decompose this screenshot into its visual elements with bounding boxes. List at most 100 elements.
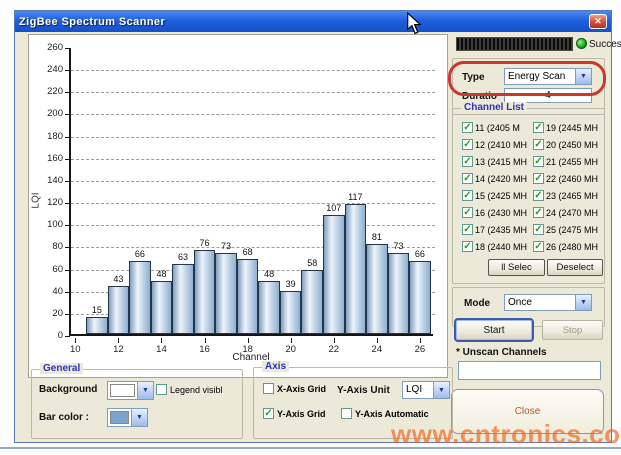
chart-bar [388,253,410,334]
channel-item[interactable]: ✓15 (2425 MH [462,187,533,204]
channel-label: 12 (2410 MH [475,140,527,150]
bar-color-swatch [110,411,129,424]
bar-value-label: 48 [264,269,274,279]
checkbox-icon: ✓ [462,173,473,184]
general-group: General [31,369,243,439]
bar-value-label: 63 [178,252,188,262]
gridline [71,203,435,204]
chevron-down-icon[interactable]: ▼ [575,69,591,84]
bar-value-label: 66 [415,249,425,259]
channel-item[interactable]: ✓12 (2410 MH [462,136,533,153]
checkbox-icon: ✓ [263,408,274,419]
channel-label: 18 (2440 MH [475,242,527,252]
chevron-down-icon[interactable]: ▼ [131,409,147,426]
status-led-icon [576,38,587,49]
channel-item[interactable]: ✓17 (2435 MH [462,221,533,238]
x-tick-mark [334,338,335,343]
checkbox-icon: ✓ [462,190,473,201]
select-all-button[interactable]: ll Selec [488,259,545,276]
chart-bar [86,317,108,334]
y-axis-automatic-label: Y-Axis Automatic [355,409,429,419]
bar-value-label: 73 [393,241,403,251]
channel-label: 24 (2470 MH [546,208,598,218]
y-axis-automatic-checkbox[interactable]: Y-Axis Automatic [341,408,429,419]
channel-item[interactable]: ✓20 (2450 MH [533,136,600,153]
gridline [71,225,435,226]
channel-item[interactable]: ✓24 (2470 MH [533,204,600,221]
channel-item[interactable]: ✓21 (2455 MH [533,153,600,170]
gridline [71,181,435,182]
chart-bar [301,270,323,334]
checkbox-icon [263,383,274,394]
y-tick-label: 60 [33,264,63,275]
channel-label: 13 (2415 MH [475,157,527,167]
x-tick-mark [205,338,206,343]
y-tick-mark [65,114,70,115]
chart-bar [172,264,194,334]
y-tick-label: 40 [33,286,63,297]
chart-bar [323,215,345,334]
bar-value-label: 73 [221,241,231,251]
channel-item[interactable]: ✓14 (2420 MH [462,170,533,187]
checkbox-icon: ✓ [533,241,544,252]
y-tick-mark [65,181,70,182]
channel-item[interactable]: ✓19 (2445 MH [533,119,600,136]
gridline [71,92,435,93]
x-tick-mark [161,338,162,343]
bar-value-label: 43 [113,274,123,284]
channel-item[interactable]: ✓13 (2415 MH [462,153,533,170]
channel-list-title: Channel List [461,102,527,113]
channel-item[interactable]: ✓25 (2475 MH [533,221,600,238]
type-label: Type [462,72,485,83]
y-axis-unit-value: LQI [403,382,433,398]
duration-input[interactable]: 4 [504,88,592,103]
y-axis-grid-checkbox[interactable]: ✓ Y-Axis Grid [263,408,326,419]
stop-button: Stop [542,320,603,340]
channel-label: 17 (2435 MH [475,225,527,235]
unscan-channels-field[interactable] [458,361,601,380]
y-tick-label: 220 [33,86,63,97]
channel-label: 23 (2465 MH [546,191,598,201]
chevron-down-icon[interactable]: ▼ [137,382,153,399]
gridline [71,137,435,138]
mode-value: Once [505,295,575,310]
channel-item[interactable]: ✓22 (2460 MH [533,170,600,187]
y-tick-label: 180 [33,131,63,142]
bar-chart-plot: 0204060801001201401601802002202402601012… [69,48,433,336]
y-tick-mark [65,225,70,226]
scan-type-dropdown[interactable]: Energy Scan ▼ [504,68,592,85]
checkbox-icon: ✓ [533,224,544,235]
x-axis-grid-label: X-Axis Grid [277,384,326,394]
bar-value-label: 76 [200,238,210,248]
y-tick-label: 0 [33,330,63,341]
channel-item[interactable]: ✓23 (2465 MH [533,187,600,204]
close-window-icon[interactable]: ✕ [589,14,607,29]
background-color-dropdown[interactable]: ▼ [107,381,154,400]
chevron-down-icon[interactable]: ▼ [575,295,591,310]
legend-visible-checkbox[interactable]: Legend visibl [156,384,223,395]
x-axis-grid-checkbox[interactable]: X-Axis Grid [263,383,326,394]
x-tick-mark [248,338,249,343]
duration-label: Duratio [462,91,497,102]
gridline [71,114,435,115]
channel-item[interactable]: ✓18 (2440 MH [462,238,533,255]
y-axis-unit-dropdown[interactable]: LQI ▼ [402,381,450,399]
channel-item[interactable]: ✓16 (2430 MH [462,204,533,221]
title-bar[interactable]: ZigBee Spectrum Scanner ✕ [15,11,611,32]
channel-item[interactable]: ✓26 (2480 MH [533,238,600,255]
mode-dropdown[interactable]: Once ▼ [504,294,592,311]
chevron-down-icon[interactable]: ▼ [433,382,449,398]
chart-bar [129,261,151,334]
start-button[interactable]: Start [454,318,534,342]
y-tick-label: 260 [33,42,63,53]
chart-bar [280,291,302,334]
checkbox-icon: ✓ [533,190,544,201]
x-tick-mark [118,338,119,343]
channel-label: 26 (2480 MH [546,242,598,252]
bar-color-dropdown[interactable]: ▼ [107,408,148,427]
channel-item[interactable]: ✓11 (2405 M [462,119,533,136]
y-tick-mark [65,270,70,271]
screenshot-page: ZigBee Spectrum Scanner ✕ LQI 0204060801… [0,0,621,455]
deselect-button[interactable]: Deselect [547,259,603,276]
channel-label: 15 (2425 MH [475,191,527,201]
